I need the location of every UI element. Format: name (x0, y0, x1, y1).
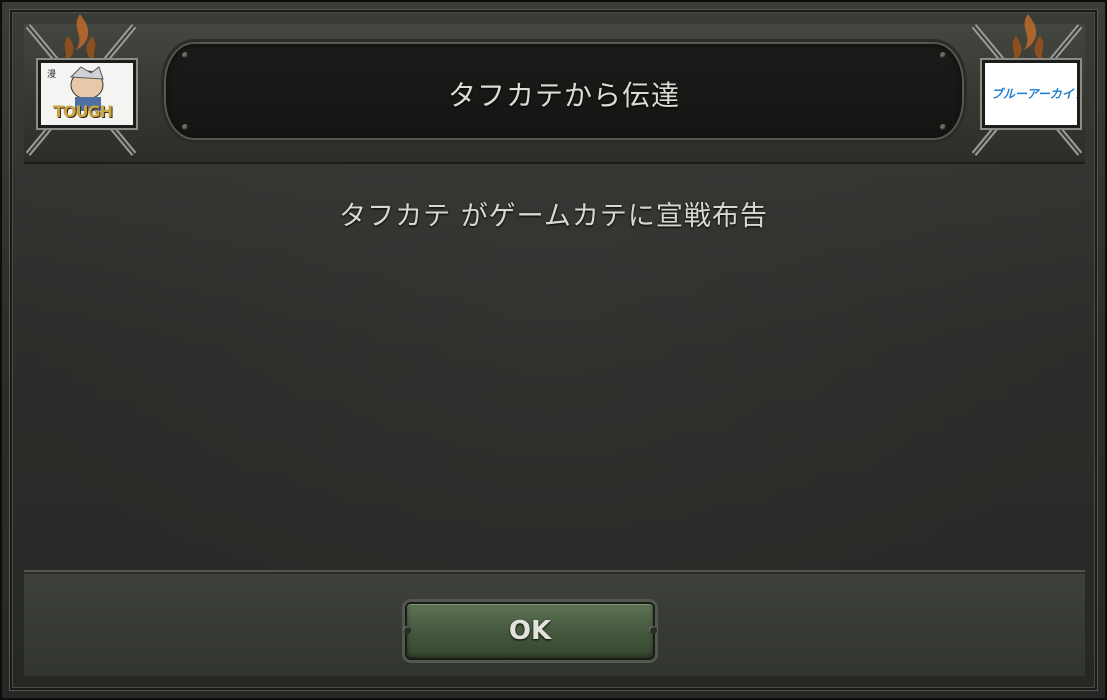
tough-flag-icon: 漫 TOUGH (38, 60, 136, 128)
svg-text:漫: 漫 (47, 68, 56, 80)
message-body: がゲームカテに宣戦布告 (460, 201, 768, 232)
right-emblem: ブルーアーカイブ (962, 6, 1092, 156)
rivet-icon (940, 52, 946, 58)
flag-text-left: TOUGH (53, 102, 113, 121)
declaration-message: タフカテ がゲームカテに宣戦布告 (2, 194, 1105, 233)
blue-archive-flag-icon: ブルーアーカイブ (982, 60, 1080, 128)
dialog-title: タフカテから伝達 (447, 79, 680, 112)
left-emblem: 漫 TOUGH (16, 6, 146, 156)
dialog-footer: OK (24, 570, 1085, 676)
button-stud-icon (403, 626, 411, 634)
rivet-icon (182, 124, 188, 130)
declaration-dialog: タフカテから伝達 漫 TOUGH ブルーアーカイブ タフカテ がゲームカテに宣戦… (0, 0, 1107, 700)
rivet-icon (940, 124, 946, 130)
dialog-header: タフカテから伝達 (24, 24, 1085, 164)
message-sender: タフカテ (339, 201, 452, 232)
ok-button[interactable]: OK (403, 602, 657, 660)
button-stud-icon (649, 626, 657, 634)
flag-text-right: ブルーアーカイブ (991, 87, 1080, 101)
rivet-icon (182, 52, 188, 58)
title-plate: タフカテから伝達 (164, 42, 964, 140)
ok-button-label: OK (508, 616, 552, 646)
